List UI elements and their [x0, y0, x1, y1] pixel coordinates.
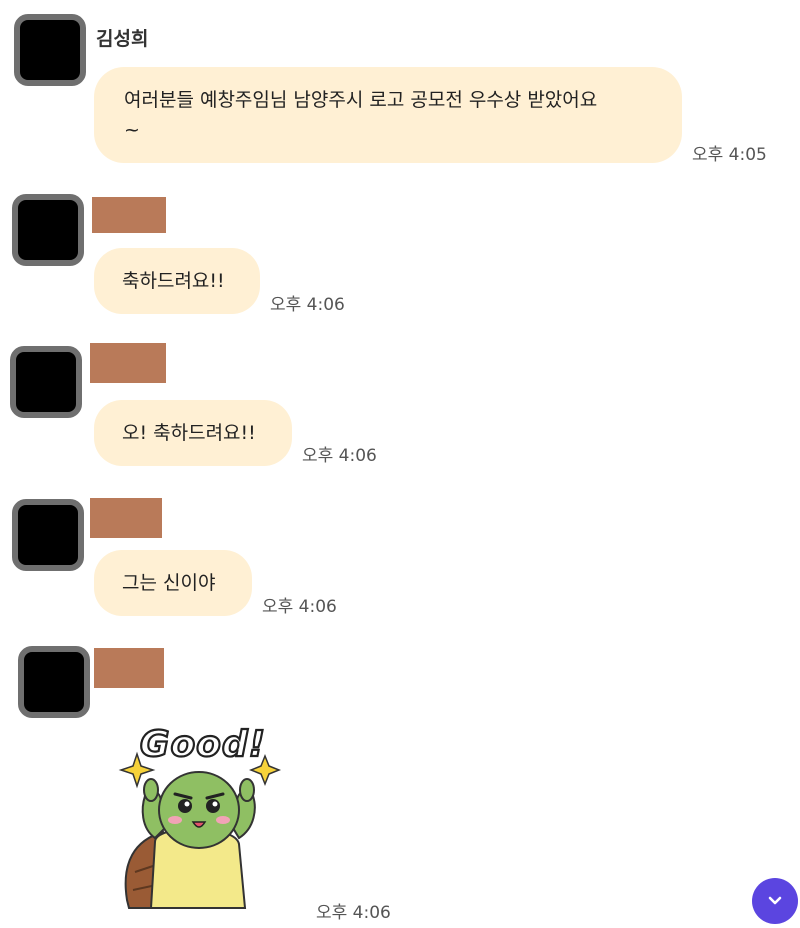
message-text-continuation: ~	[124, 119, 140, 141]
message-time: 오후 4:06	[262, 597, 337, 617]
redacted-sender-name	[90, 343, 166, 383]
avatar[interactable]	[12, 499, 84, 571]
message-time: 오후 4:06	[302, 446, 377, 466]
message-bubble[interactable]: 여러분들 예창주임님 남양주시 로고 공모전 우수상 받았어요 ~	[94, 67, 682, 163]
redacted-sender-name	[94, 648, 164, 688]
redacted-sender-name	[92, 197, 166, 233]
sender-name: 김성희	[96, 28, 149, 50]
avatar[interactable]	[18, 646, 90, 718]
message-text: 오! 축하드려요!!	[122, 422, 256, 444]
sticker-caption-text: Good!	[140, 724, 266, 765]
avatar[interactable]	[14, 14, 86, 86]
avatar[interactable]	[10, 346, 82, 418]
message-text: 그는 신이야	[122, 572, 216, 594]
redacted-sender-name	[90, 498, 162, 538]
message-time: 오후 4:05	[692, 145, 767, 165]
message-time: 오후 4:06	[316, 903, 391, 923]
chevron-down-icon	[768, 896, 782, 905]
message-bubble[interactable]: 축하드려요!!	[94, 248, 260, 314]
good-turtle-sticker[interactable]: Good!	[115, 712, 295, 912]
scroll-to-bottom-button[interactable]	[752, 878, 798, 924]
message-bubble[interactable]: 그는 신이야	[94, 550, 252, 616]
message-text: 여러분들 예창주임님 남양주시 로고 공모전 우수상 받았어요	[124, 89, 598, 111]
message-text: 축하드려요!!	[122, 270, 225, 292]
chat-window: 김성희 여러분들 예창주임님 남양주시 로고 공모전 우수상 받았어요 ~ 오후…	[0, 0, 800, 928]
message-bubble[interactable]: 오! 축하드려요!!	[94, 400, 292, 466]
avatar[interactable]	[12, 194, 84, 266]
message-time: 오후 4:06	[270, 295, 345, 315]
